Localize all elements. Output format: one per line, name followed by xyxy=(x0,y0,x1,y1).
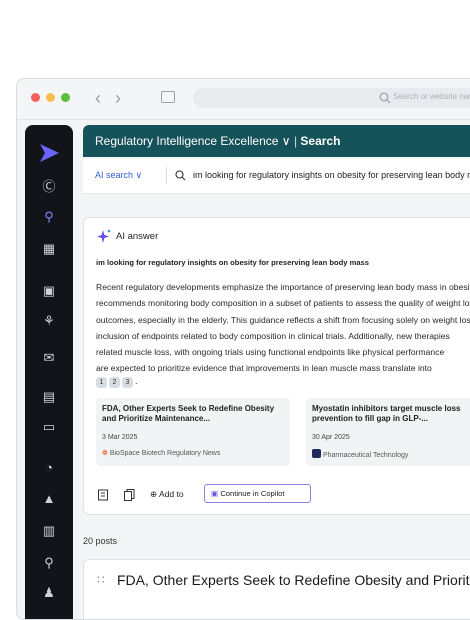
sparkle-icon xyxy=(97,229,111,243)
source-publisher: BioSpace Biotech Regulatory News xyxy=(109,450,221,457)
pharmtech-logo-icon xyxy=(312,449,321,458)
app-logo xyxy=(40,144,59,162)
search-mode-select[interactable]: AI search ∨ xyxy=(95,170,142,181)
source-title: Myostatin inhibitors target muscle loss … xyxy=(312,404,461,423)
maximize-window-button[interactable] xyxy=(61,93,70,102)
browser-toolbar: ‹ › Search or website name xyxy=(17,79,470,120)
citation-list: 123. xyxy=(96,371,138,389)
answer-question: im looking for regulatory insights on ob… xyxy=(96,258,370,267)
mail-icon[interactable]: ✉ xyxy=(25,350,73,366)
dashboard-icon[interactable]: ▦ xyxy=(25,241,73,257)
minimize-window-button[interactable] xyxy=(46,93,55,102)
search-icon xyxy=(379,92,391,104)
address-placeholder: Search or website name xyxy=(393,92,470,101)
copilot-icon: ▣ xyxy=(211,489,219,498)
header-bar: Regulatory Intelligence Excellence ∨ | S… xyxy=(83,125,470,157)
source-card[interactable]: FDA, Other Experts Seek to Redefine Obes… xyxy=(96,398,290,466)
ai-answer-label: AI answer xyxy=(116,231,159,242)
citation-badge[interactable]: 1 xyxy=(96,377,107,388)
archive-icon[interactable]: ▭ xyxy=(25,419,73,435)
zoom-icon[interactable]: ⚲ xyxy=(25,555,73,571)
continue-in-copilot-button[interactable]: ▣ Continue in Copilot xyxy=(204,484,311,503)
search-icon[interactable]: ⚲ xyxy=(25,209,73,225)
workspace-title[interactable]: Regulatory Intelligence Excellence xyxy=(95,134,278,148)
copy-icon[interactable] xyxy=(123,488,136,501)
search-bar: AI search ∨ im looking for regulatory in… xyxy=(83,159,470,194)
citation-badge[interactable]: 2 xyxy=(109,377,120,388)
results-count: 20 posts xyxy=(83,536,118,546)
biospace-logo-icon: ❁ xyxy=(102,450,108,457)
document-icon[interactable]: ▤ xyxy=(25,389,73,405)
divider xyxy=(166,167,167,184)
plus-circle-icon: ⊕ xyxy=(150,489,158,499)
source-card[interactable]: Myostatin inhibitors target muscle loss … xyxy=(306,398,470,466)
search-input[interactable]: im looking for regulatory insights on ob… xyxy=(193,170,470,180)
notes-icon[interactable] xyxy=(97,488,110,501)
add-to-button[interactable]: ⊕ Add to xyxy=(150,489,184,500)
result-card[interactable]: ∷ FDA, Other Experts Seek to Redefine Ob… xyxy=(83,559,470,619)
source-title: FDA, Other Experts Seek to Redefine Obes… xyxy=(102,404,275,423)
browser-window: ‹ › Search or website name Ⓒ ⚲ ▦ ▣ ⚘ ✉ ▤… xyxy=(16,78,470,620)
page-title: Search xyxy=(300,134,341,148)
source-date: 30 Apr 2025 xyxy=(312,434,350,441)
user-icon[interactable]: ♟ xyxy=(25,585,73,601)
inbox-icon[interactable]: ▣ xyxy=(25,283,73,299)
drag-handle-icon[interactable]: ∷ xyxy=(97,573,105,587)
close-window-button[interactable] xyxy=(31,93,40,102)
sidebar-toggle-icon[interactable] xyxy=(161,91,175,103)
chart-icon[interactable]: ▥ xyxy=(25,523,73,539)
app-sidebar: Ⓒ ⚲ ▦ ▣ ⚘ ✉ ▤ ▭ ◔ ▲ ▥ ⚲ ♟ xyxy=(25,125,73,619)
answer-text: Recent regulatory developments emphasize… xyxy=(96,282,470,374)
search-icon xyxy=(175,170,186,181)
forward-icon[interactable]: › xyxy=(115,87,121,109)
back-icon[interactable]: ‹ xyxy=(95,87,101,109)
ai-answer-card: AI answer im looking for regulatory insi… xyxy=(83,217,470,515)
chevron-down-icon[interactable]: ∨ xyxy=(282,134,291,148)
network-icon[interactable]: ⚘ xyxy=(25,313,73,329)
source-publisher: Pharmaceutical Technology xyxy=(322,452,409,459)
address-bar[interactable]: Search or website name xyxy=(193,88,470,108)
main-content: Regulatory Intelligence Excellence ∨ | S… xyxy=(83,125,470,619)
result-title[interactable]: FDA, Other Experts Seek to Redefine Obes… xyxy=(117,572,470,588)
chevron-circle-icon[interactable]: Ⓒ xyxy=(25,179,73,195)
bell-icon[interactable]: ▲ xyxy=(25,491,73,507)
citation-badge[interactable]: 3 xyxy=(122,377,133,388)
source-date: 3 Mar 2025 xyxy=(102,434,138,441)
gauge-icon[interactable]: ◔ xyxy=(25,460,73,476)
